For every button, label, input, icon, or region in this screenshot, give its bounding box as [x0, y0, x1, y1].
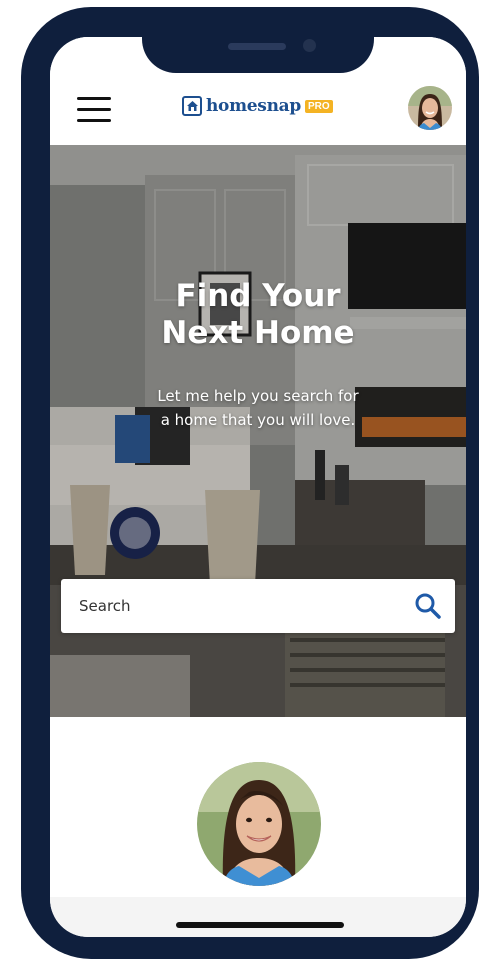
hero-title-line-1: Find Your: [175, 278, 341, 314]
hero-subtitle-line-1: Let me help you search for: [157, 387, 359, 405]
agent-avatar: [197, 762, 321, 886]
front-camera: [303, 39, 316, 52]
brand-name: homesnap: [206, 96, 301, 116]
hero-subtitle-line-2: a home that you will love.: [160, 411, 356, 429]
search-button[interactable]: [413, 591, 443, 621]
search-bar: [61, 579, 455, 633]
house-icon: [182, 96, 202, 116]
footer-strip: [50, 897, 466, 937]
speaker-grille: [228, 43, 286, 50]
hero-title: Find Your Next Home: [50, 278, 466, 352]
home-indicator[interactable]: [176, 922, 344, 928]
hero-subtitle: Let me help you search for a home that y…: [50, 384, 466, 432]
hamburger-menu-icon[interactable]: [77, 97, 111, 123]
magnifier-icon: [415, 593, 441, 619]
phone-screen: homesnap PRO Find Your Next Home Let me …: [50, 37, 466, 937]
pro-badge: PRO: [304, 99, 333, 113]
hero-banner: Find Your Next Home Let me help you sear…: [50, 145, 466, 717]
agent-section: [50, 717, 466, 897]
search-input[interactable]: [79, 579, 379, 633]
user-avatar[interactable]: [408, 86, 452, 130]
device-notch: [142, 7, 374, 73]
hero-title-line-2: Next Home: [161, 315, 355, 351]
brand-logo[interactable]: homesnap PRO: [182, 94, 333, 118]
